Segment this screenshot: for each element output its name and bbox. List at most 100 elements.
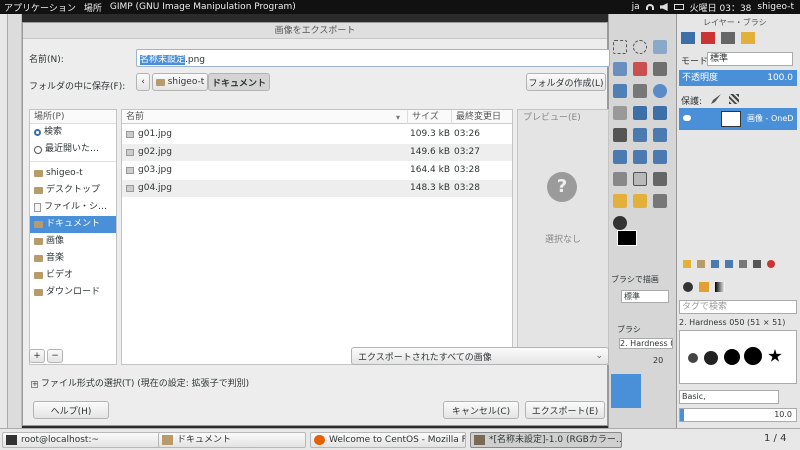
file-row[interactable]: g03.jpg 164.4 kB 03:28 xyxy=(122,162,512,179)
clock[interactable]: 火曜日 03：38 xyxy=(690,1,752,14)
places-menu[interactable]: 場所 xyxy=(80,1,106,14)
file-row[interactable]: g01.jpg 109.3 kB 03:26 xyxy=(122,126,512,143)
anchor-icon[interactable] xyxy=(753,260,761,268)
paint-mode[interactable]: 標準 xyxy=(621,290,669,303)
workspace-pager[interactable]: 1 / 4 xyxy=(764,433,786,444)
size-value[interactable]: 20 xyxy=(653,356,663,365)
spacing-slider[interactable]: 10.0 xyxy=(679,408,797,422)
duplicate-layer-icon[interactable] xyxy=(739,260,747,268)
eye-icon[interactable] xyxy=(683,115,691,121)
mode-select[interactable]: 標準 xyxy=(707,52,793,66)
tool-crop-icon[interactable] xyxy=(613,128,627,142)
file-type-expander[interactable]: + ファイル形式の選択(T) (現在の設定: 拡張子で判別) xyxy=(31,376,249,389)
filename-input[interactable]: 名称未設定.png xyxy=(136,49,610,67)
path-button-home[interactable]: shigeo-t xyxy=(152,73,208,91)
tool-heal-icon[interactable] xyxy=(613,194,627,208)
user-menu[interactable]: shigeo-t xyxy=(757,2,794,12)
brush-preview[interactable] xyxy=(724,349,740,365)
tool-bucket-icon[interactable] xyxy=(613,172,627,186)
brush-preview[interactable] xyxy=(704,351,718,365)
brushes-tab-icon[interactable] xyxy=(683,282,693,292)
opacity-slider[interactable]: 不透明度 100.0 xyxy=(679,70,797,86)
place-pictures[interactable]: 画像 xyxy=(30,233,116,250)
place-desktop[interactable]: デスクトップ xyxy=(30,182,116,199)
battery-icon[interactable] xyxy=(673,4,684,10)
lower-layer-icon[interactable] xyxy=(725,260,733,268)
tool-shear-icon[interactable] xyxy=(613,150,627,164)
place-videos[interactable]: ビデオ xyxy=(30,267,116,284)
tool-fuzzy-select-icon[interactable] xyxy=(613,62,627,76)
column-size[interactable]: サイズ xyxy=(408,110,452,124)
tool-scissors-icon[interactable] xyxy=(653,62,667,76)
task-terminal[interactable]: root@localhost:~ xyxy=(2,432,162,448)
tool-lasso-icon[interactable] xyxy=(653,40,667,54)
place-downloads[interactable]: ダウンロード xyxy=(30,284,116,301)
place-search[interactable]: 検索 xyxy=(30,124,116,141)
new-layer-icon[interactable] xyxy=(683,260,691,268)
delete-layer-icon[interactable] xyxy=(767,260,775,268)
active-app-title[interactable]: GIMP (GNU Image Manipulation Program) xyxy=(106,2,300,12)
brush-grid[interactable] xyxy=(679,330,797,384)
help-button[interactable]: ヘルプ(H) xyxy=(33,401,109,419)
gradients-tab-icon[interactable] xyxy=(715,282,725,292)
wifi-icon[interactable] xyxy=(645,4,654,10)
lock-pixels-icon[interactable] xyxy=(711,94,721,104)
task-gimp[interactable]: *[名称未設定]-1.0 (RGBカラー… xyxy=(470,432,622,448)
place-documents[interactable]: ドキュメント xyxy=(30,216,116,233)
path-back-button[interactable]: ‹ xyxy=(136,73,150,91)
layers-tab-icon[interactable] xyxy=(681,32,695,44)
applications-menu[interactable]: アプリケーション xyxy=(0,1,80,14)
tool-rotate-icon[interactable] xyxy=(633,128,647,142)
tool-color-picker-icon[interactable] xyxy=(633,84,647,98)
undo-tab-icon[interactable] xyxy=(741,32,755,44)
layer-row[interactable]: 画像 - OneD xyxy=(679,108,797,130)
column-modified[interactable]: 最終変更日 xyxy=(452,110,512,124)
opacity-bar[interactable] xyxy=(611,374,641,408)
column-name[interactable]: 名前 xyxy=(122,110,408,124)
tool-pencil-icon[interactable] xyxy=(633,172,647,186)
tool-perspective-icon[interactable] xyxy=(633,150,647,164)
brush-preview[interactable] xyxy=(744,347,762,365)
tool-dodge-icon[interactable] xyxy=(613,216,627,230)
tool-smudge-icon[interactable] xyxy=(653,194,667,208)
place-home[interactable]: shigeo-t xyxy=(30,165,116,182)
path-button-documents[interactable]: ドキュメント xyxy=(208,73,270,91)
foreground-color-swatch[interactable] xyxy=(617,230,637,246)
tool-measure-icon[interactable] xyxy=(613,106,627,120)
layer-group-icon[interactable] xyxy=(697,260,705,268)
tool-rect-select-icon[interactable] xyxy=(613,40,627,54)
file-filter-select[interactable]: エクスポートされたすべての画像 ⌄ xyxy=(351,347,609,365)
tool-align-icon[interactable] xyxy=(653,106,667,120)
raise-layer-icon[interactable] xyxy=(711,260,719,268)
lock-alpha-icon[interactable] xyxy=(729,94,739,104)
brush-hardness[interactable]: 2. Hardness 0 xyxy=(619,338,673,349)
preview-label[interactable]: プレビュー(E) xyxy=(518,110,608,126)
tool-scale-icon[interactable] xyxy=(653,128,667,142)
tool-flip-icon[interactable] xyxy=(653,150,667,164)
remove-bookmark-button[interactable]: − xyxy=(47,349,63,363)
paths-tab-icon[interactable] xyxy=(721,32,735,44)
tool-paths-icon[interactable] xyxy=(613,84,627,98)
place-music[interactable]: 音楽 xyxy=(30,250,116,267)
brush-preset-select[interactable]: Basic, xyxy=(679,390,779,404)
tool-airbrush-icon[interactable] xyxy=(653,172,667,186)
tool-zoom-icon[interactable] xyxy=(653,84,667,98)
tool-ellipse-select-icon[interactable] xyxy=(633,40,647,54)
task-file-manager[interactable]: ドキュメント xyxy=(158,432,306,448)
layer-name[interactable]: 画像 - OneD xyxy=(747,113,793,124)
volume-icon[interactable] xyxy=(659,3,668,11)
input-method-indicator[interactable]: ja xyxy=(632,2,640,12)
place-filesystem[interactable]: ファイル・シ… xyxy=(30,199,116,216)
tool-move-icon[interactable] xyxy=(633,106,647,120)
file-list[interactable]: 名前 ▾ サイズ 最終変更日 g01.jpg 109.3 kB 03:26 g0… xyxy=(121,109,513,365)
tool-clone-icon[interactable] xyxy=(633,194,647,208)
brush-tag-filter[interactable]: タグで検索 xyxy=(679,300,797,314)
export-button[interactable]: エクスポート(E) xyxy=(525,401,605,419)
channels-tab-icon[interactable] xyxy=(701,32,715,44)
task-firefox[interactable]: Welcome to CentOS - Mozilla Fi… xyxy=(310,432,466,448)
patterns-tab-icon[interactable] xyxy=(699,282,709,292)
add-bookmark-button[interactable]: + xyxy=(29,349,45,363)
file-row[interactable]: g02.jpg 149.6 kB 03:27 xyxy=(122,144,512,161)
create-folder-button[interactable]: フォルダの作成(L) xyxy=(526,73,606,91)
place-recent[interactable]: 最近開いた… xyxy=(30,141,116,158)
